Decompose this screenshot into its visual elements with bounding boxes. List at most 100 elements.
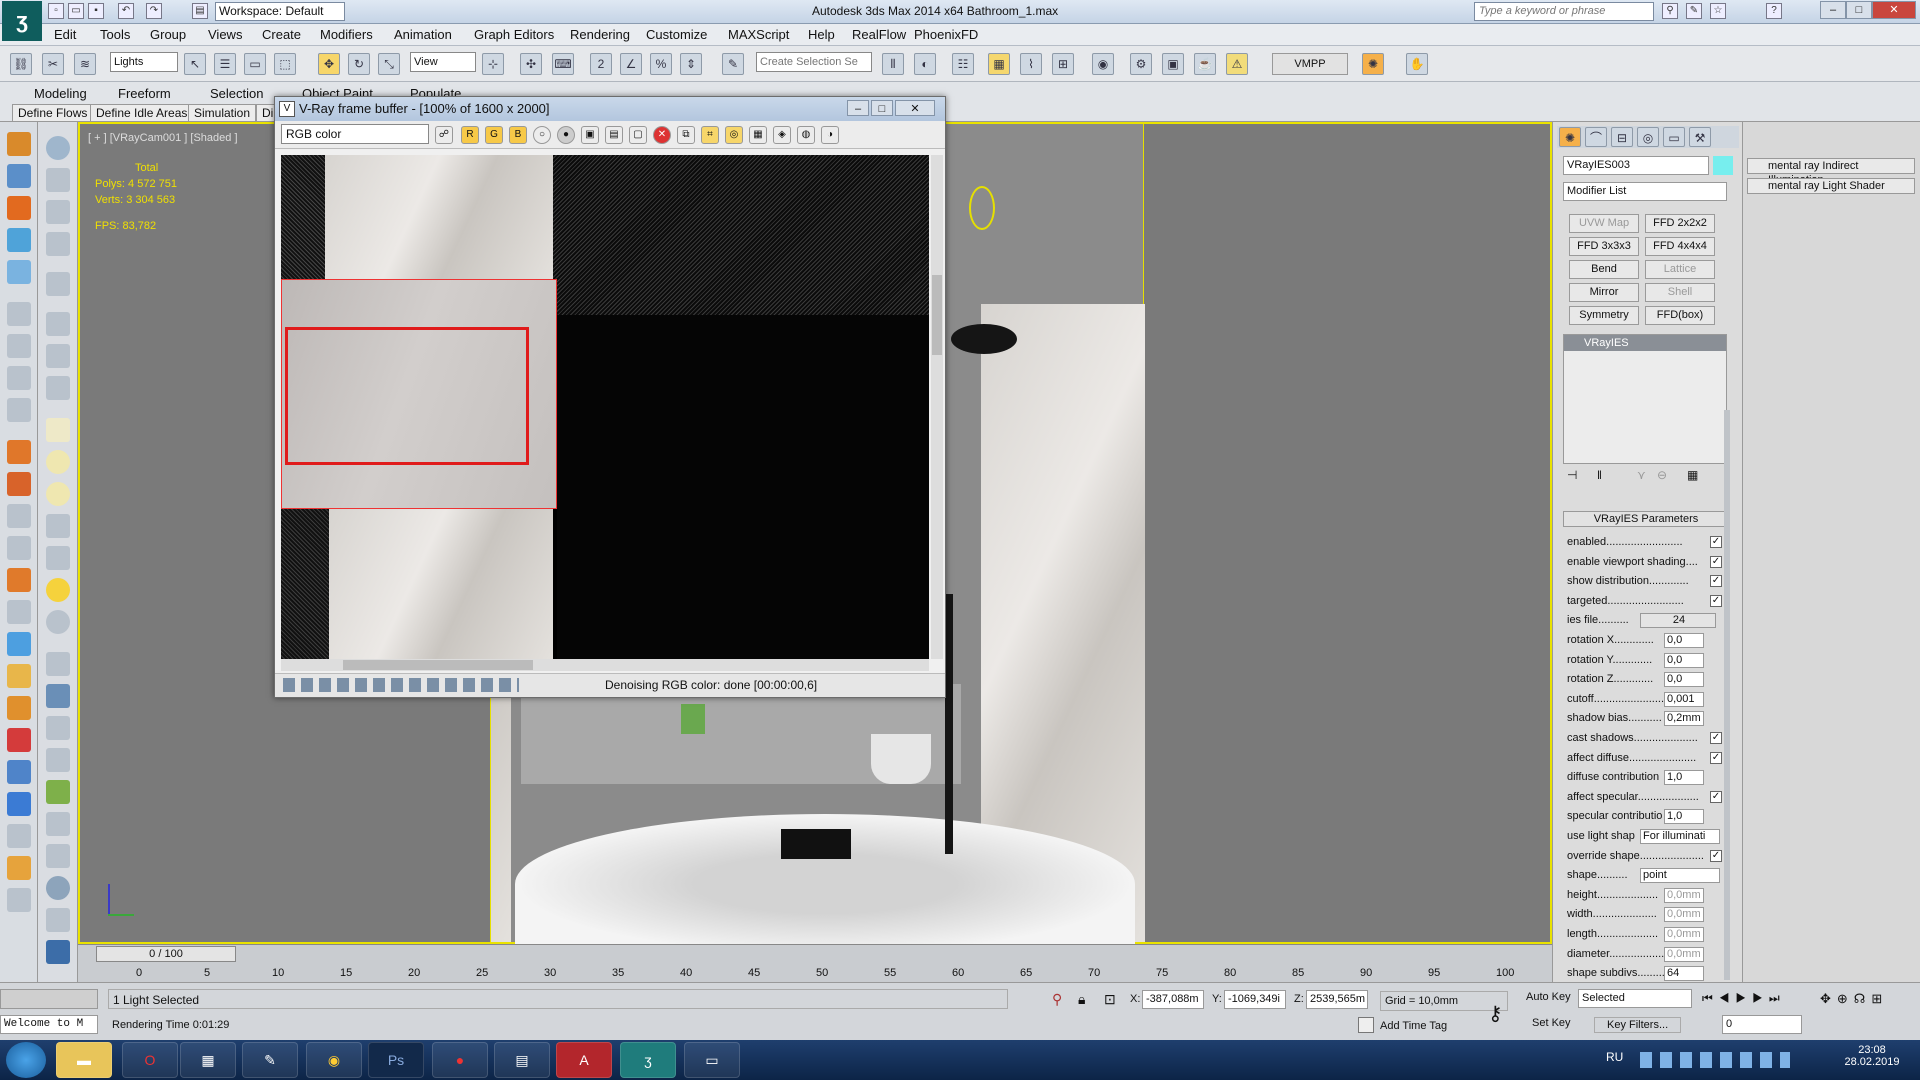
select-manipulate-icon[interactable]: ✣	[520, 53, 542, 75]
calculator-icon[interactable]: ▦	[180, 1042, 236, 1078]
water-icon[interactable]	[7, 228, 31, 252]
file-explorer-icon[interactable]: ▬	[56, 1042, 112, 1078]
select-object-icon[interactable]: ↖	[184, 53, 206, 75]
menu-maxscript[interactable]: MAXScript	[728, 27, 789, 42]
mental-ray-indirect-illumination-rollout[interactable]: mental ray Indirect Illumination	[1747, 158, 1915, 186]
acrobat-icon[interactable]: A	[556, 1042, 612, 1078]
command-panel-scrollbar[interactable]	[1724, 410, 1730, 980]
set-key-button[interactable]: Set Key	[1532, 1017, 1571, 1029]
scene-explorer-icon[interactable]	[7, 164, 31, 188]
drop-icon[interactable]	[7, 792, 31, 816]
z-coordinate-field[interactable]: 2539,565m	[1306, 990, 1368, 1009]
stop-render-icon[interactable]: ✕	[653, 126, 671, 144]
show-history-icon[interactable]: ◑	[821, 126, 839, 144]
angle-snap-icon[interactable]: ∠	[620, 53, 642, 75]
param-checkbox[interactable]: ✓	[1710, 751, 1722, 764]
menu-modifiers[interactable]: Modifiers	[320, 27, 373, 42]
param-spinner[interactable]: 1,0	[1664, 770, 1704, 786]
configure-sets-icon[interactable]: ▦	[1687, 468, 1698, 482]
symmetry-button[interactable]: Symmetry	[1569, 306, 1639, 325]
vray-frame-buffer-window[interactable]: V-Ray frame buffer - [100% of 1600 x 200…	[274, 96, 946, 698]
menu-graph-editors[interactable]: Graph Editors	[474, 27, 554, 42]
vfb-vertical-scrollbar[interactable]	[931, 155, 943, 659]
param-checkbox[interactable]: ✓	[1710, 555, 1722, 568]
realflow-domain-icon[interactable]	[7, 728, 31, 752]
make-unique-icon[interactable]: ⋎	[1637, 468, 1646, 482]
window-crossing-icon[interactable]: ⬚	[274, 53, 296, 75]
add-time-tag[interactable]: Add Time Tag	[1380, 1017, 1447, 1035]
plane-icon[interactable]	[46, 418, 70, 442]
object-name-field[interactable]: VRayIES003	[1563, 156, 1709, 175]
time-slider[interactable]: 0 / 100	[96, 946, 236, 962]
menu-rendering[interactable]: Rendering	[570, 27, 630, 42]
param-spinner[interactable]: 0,0	[1664, 672, 1704, 688]
sphere-light-icon[interactable]	[46, 482, 70, 506]
snaps-toggle-icon[interactable]: 2	[590, 53, 612, 75]
save-image-icon[interactable]: ▣	[581, 126, 599, 144]
mono-channel-icon[interactable]: ●	[557, 126, 575, 144]
modifier-stack-item[interactable]: VRayIES	[1564, 335, 1726, 351]
schematic-view-icon[interactable]: ⊞	[1052, 53, 1074, 75]
vray-icon[interactable]: ✺	[1362, 53, 1384, 75]
blue-channel-icon[interactable]: B	[509, 126, 527, 144]
language-indicator[interactable]: RU	[1606, 1050, 1623, 1064]
render-production-icon[interactable]: ☕	[1194, 53, 1216, 75]
display-tab-icon[interactable]: ▭	[1663, 127, 1685, 147]
fire-effect-icon[interactable]	[7, 196, 31, 220]
reference-coordinate-dropdown[interactable]: View	[410, 52, 476, 72]
help-sidebar-icon[interactable]	[7, 888, 31, 912]
remove-modifier-icon[interactable]: ⊖	[1657, 468, 1667, 482]
ies-icon[interactable]	[46, 514, 70, 538]
paint-icon[interactable]: ✎	[242, 1042, 298, 1078]
play-icon[interactable]	[7, 302, 31, 326]
menu-edit[interactable]: Edit	[54, 27, 76, 42]
time-tag-icon[interactable]	[1358, 1017, 1374, 1033]
workspace-dropdown[interactable]: Workspace: Default	[215, 2, 345, 21]
load-image-icon[interactable]: ▤	[605, 126, 623, 144]
render-setup-icon[interactable]: ⚙	[1130, 53, 1152, 75]
shell-button[interactable]: Shell	[1645, 283, 1715, 302]
emitter-icon[interactable]	[7, 696, 31, 720]
alpha-channel-icon[interactable]: ○	[533, 126, 551, 144]
modifier-list-dropdown[interactable]: Modifier List	[1563, 182, 1727, 201]
param-checkbox[interactable]: ✓	[1710, 594, 1722, 607]
lens-effects-icon[interactable]: ◍	[797, 126, 815, 144]
param-spinner[interactable]: 0,0mm	[1664, 946, 1704, 962]
particles-icon[interactable]	[7, 260, 31, 284]
layer-manager-icon[interactable]: ☷	[952, 53, 974, 75]
menu-create[interactable]: Create	[262, 27, 301, 42]
flame-icon[interactable]	[7, 440, 31, 464]
foliage-icon[interactable]	[46, 780, 70, 804]
menu-customize[interactable]: Customize	[646, 27, 707, 42]
opera-gx-icon[interactable]: ●	[432, 1042, 488, 1078]
gravity-icon[interactable]	[46, 748, 70, 772]
define-idle-areas-button[interactable]: Define Idle Areas	[90, 104, 194, 122]
binoculars-icon[interactable]: ⚲	[1662, 3, 1678, 19]
opera-icon[interactable]: O	[122, 1042, 178, 1078]
render-last-icon[interactable]: ▦	[749, 126, 767, 144]
vfb-horizontal-scrollbar[interactable]	[281, 659, 929, 671]
rect-selection-icon[interactable]: ▭	[244, 53, 266, 75]
liquid-icon[interactable]	[7, 632, 31, 656]
box-icon[interactable]	[7, 664, 31, 688]
curve-editor-icon[interactable]: ⌇	[1020, 53, 1042, 75]
favorites-icon[interactable]: ☆	[1710, 3, 1726, 19]
key-filters-button[interactable]: Key Filters...	[1594, 1017, 1682, 1033]
tab-freeform[interactable]: Freeform	[118, 86, 171, 101]
keyboard-shortcut-icon[interactable]: ⌨	[552, 53, 574, 75]
vfb-close-button[interactable]: ✕	[895, 100, 935, 116]
bind-spacewarp-icon[interactable]: ≋	[74, 53, 96, 75]
tab-selection[interactable]: Selection	[210, 86, 263, 101]
clear-image-icon[interactable]: ▢	[629, 126, 647, 144]
deflector-icon[interactable]	[46, 716, 70, 740]
motion-tab-icon[interactable]: ◎	[1637, 127, 1659, 147]
spinner-snap-icon[interactable]: ⇕	[680, 53, 702, 75]
unlink-icon[interactable]: ✂	[42, 53, 64, 75]
align-icon[interactable]: ◐	[914, 53, 936, 75]
select-by-name-icon[interactable]: ☰	[214, 53, 236, 75]
copy-clipboard-icon[interactable]: ⧉	[677, 126, 695, 144]
modifier-stack[interactable]: VRayIES	[1563, 334, 1727, 464]
ambient-icon[interactable]	[46, 610, 70, 634]
teapot-icon[interactable]	[46, 908, 70, 932]
param-checkbox[interactable]: ✓	[1710, 575, 1722, 588]
